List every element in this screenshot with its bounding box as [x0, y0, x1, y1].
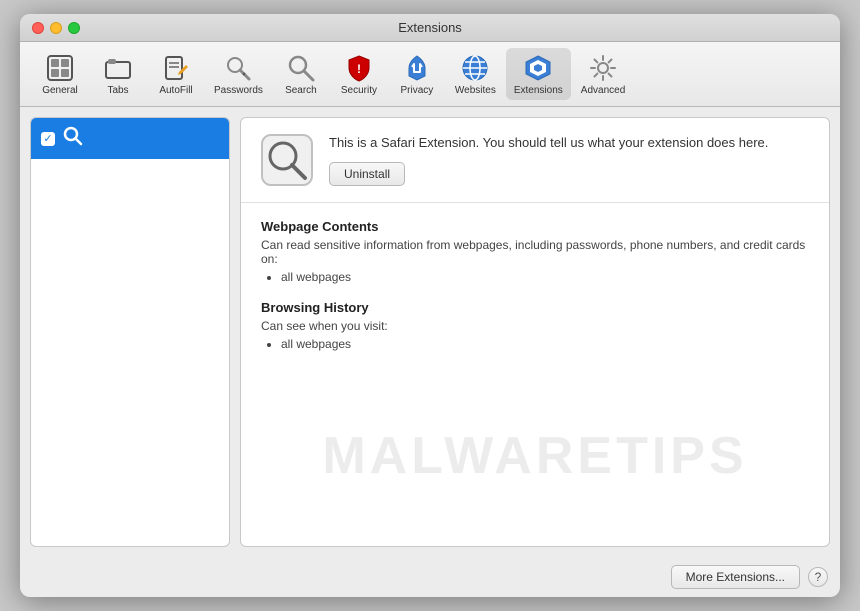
- extension-checkbox[interactable]: ✓: [41, 132, 55, 146]
- footer: More Extensions... ?: [20, 557, 840, 597]
- toolbar-item-tabs[interactable]: Tabs: [90, 48, 146, 100]
- detail-list-webpage: all webpages: [261, 270, 809, 284]
- advanced-icon: [587, 52, 619, 84]
- main-panel: MALWARETIPS This is a Safari Extension. …: [240, 117, 830, 547]
- sidebar-extension-icon: [63, 126, 83, 151]
- maximize-button[interactable]: [68, 22, 80, 34]
- toolbar-label-security: Security: [341, 85, 377, 96]
- help-button[interactable]: ?: [808, 567, 828, 587]
- toolbar-item-advanced[interactable]: Advanced: [573, 48, 633, 100]
- detail-desc-webpage: Can read sensitive information from webp…: [261, 238, 809, 266]
- toolbar-label-passwords: Passwords: [214, 85, 263, 96]
- toolbar-label-advanced: Advanced: [581, 85, 625, 96]
- minimize-button[interactable]: [50, 22, 62, 34]
- toolbar-label-extensions: Extensions: [514, 85, 563, 96]
- svg-text:!: !: [357, 62, 361, 76]
- detail-list-history: all webpages: [261, 337, 809, 351]
- search-icon: [285, 52, 317, 84]
- title-bar: Extensions: [20, 14, 840, 42]
- close-button[interactable]: [32, 22, 44, 34]
- extension-details: Webpage Contents Can read sensitive info…: [241, 203, 829, 546]
- toolbar-item-websites[interactable]: Websites: [447, 48, 504, 100]
- general-icon: [44, 52, 76, 84]
- toolbar-label-websites: Websites: [455, 85, 496, 96]
- list-item: all webpages: [281, 337, 809, 351]
- list-item: all webpages: [281, 270, 809, 284]
- app-window: Extensions General T: [20, 14, 840, 597]
- toolbar-item-privacy[interactable]: Privacy: [389, 48, 445, 100]
- passwords-icon: [222, 52, 254, 84]
- more-extensions-button[interactable]: More Extensions...: [671, 565, 800, 589]
- extension-description: This is a Safari Extension. You should t…: [329, 134, 809, 152]
- content-area: ✓ MALWARETIPS: [20, 107, 840, 557]
- detail-section-webpage: Webpage Contents Can read sensitive info…: [261, 219, 809, 284]
- privacy-icon: [401, 52, 433, 84]
- security-icon: !: [343, 52, 375, 84]
- detail-section-history: Browsing History Can see when you visit:…: [261, 300, 809, 351]
- toolbar-label-tabs: Tabs: [107, 85, 128, 96]
- toolbar-label-general: General: [42, 85, 78, 96]
- traffic-lights: [32, 22, 80, 34]
- toolbar-label-autofill: AutoFill: [159, 85, 192, 96]
- toolbar: General Tabs AutoFill: [20, 42, 840, 107]
- extension-icon: [261, 134, 313, 186]
- websites-icon: [459, 52, 491, 84]
- detail-title-history: Browsing History: [261, 300, 809, 315]
- detail-title-webpage: Webpage Contents: [261, 219, 809, 234]
- extension-info: This is a Safari Extension. You should t…: [329, 134, 809, 186]
- toolbar-label-privacy: Privacy: [401, 85, 434, 96]
- toolbar-item-passwords[interactable]: Passwords: [206, 48, 271, 100]
- toolbar-label-search: Search: [285, 85, 317, 96]
- toolbar-item-autofill[interactable]: AutoFill: [148, 48, 204, 100]
- toolbar-item-search[interactable]: Search: [273, 48, 329, 100]
- toolbar-item-extensions[interactable]: Extensions: [506, 48, 571, 100]
- window-title: Extensions: [398, 20, 462, 35]
- autofill-icon: [160, 52, 192, 84]
- uninstall-button[interactable]: Uninstall: [329, 162, 405, 186]
- sidebar: ✓: [30, 117, 230, 547]
- extensions-icon: [522, 52, 554, 84]
- sidebar-item-search-ext[interactable]: ✓: [31, 118, 229, 159]
- toolbar-item-general[interactable]: General: [32, 48, 88, 100]
- tabs-icon: [102, 52, 134, 84]
- extension-header: This is a Safari Extension. You should t…: [241, 118, 829, 203]
- detail-desc-history: Can see when you visit:: [261, 319, 809, 333]
- toolbar-item-security[interactable]: ! Security: [331, 48, 387, 100]
